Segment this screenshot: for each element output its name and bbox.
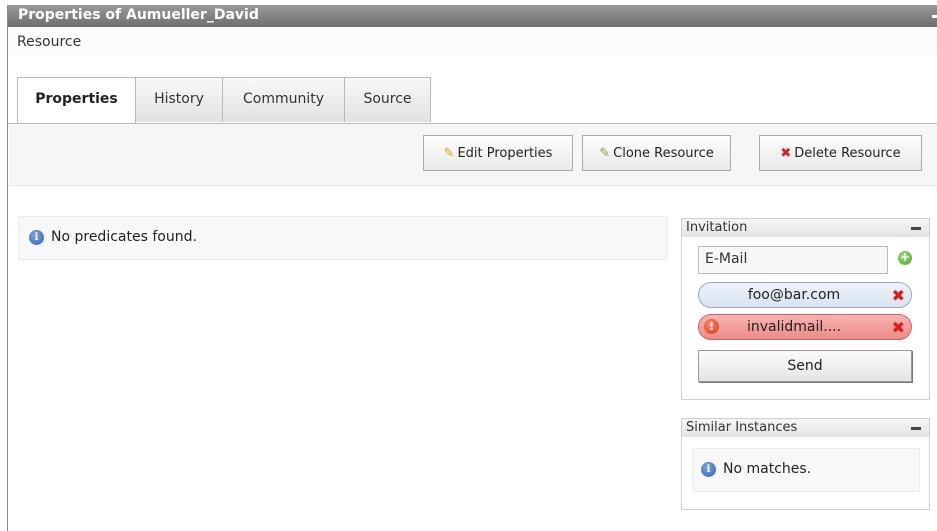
predicates-message: i No predicates found.: [18, 216, 668, 260]
info-icon: i: [29, 230, 44, 245]
add-plus-icon[interactable]: +: [898, 251, 912, 265]
tab-bar: Properties History Community Source: [8, 55, 937, 125]
similar-instances-panel: Similar Instances i No matches.: [681, 418, 930, 510]
tab-community[interactable]: Community: [222, 77, 345, 122]
remove-x-icon[interactable]: ✖: [892, 318, 905, 337]
invitation-title: Invitation: [686, 220, 748, 235]
similar-instances-title: Similar Instances: [686, 420, 798, 435]
pencil-icon: ✎: [443, 145, 455, 161]
email-chip-valid: foo@bar.com ✖: [698, 282, 912, 308]
send-button[interactable]: Send: [698, 350, 912, 382]
edit-properties-button[interactable]: ✎ Edit Properties: [423, 135, 573, 171]
breadcrumb-resource: Resource: [17, 34, 82, 50]
no-matches-message: i No matches.: [692, 448, 920, 492]
window-titlebar[interactable]: Properties of Aumueller_David: [8, 5, 937, 27]
tab-properties[interactable]: Properties: [17, 77, 136, 124]
delete-x-icon: ✖: [780, 145, 792, 161]
window-title: Properties of Aumueller_David: [18, 7, 259, 23]
tab-source[interactable]: Source: [344, 77, 431, 122]
collapse-icon[interactable]: [911, 427, 921, 430]
no-matches-text: No matches.: [723, 461, 812, 477]
delete-resource-label: Delete Resource: [794, 145, 901, 161]
clone-resource-label: Clone Resource: [613, 145, 714, 161]
edit-properties-label: Edit Properties: [457, 145, 553, 161]
info-icon: i: [701, 462, 716, 477]
invitation-header: Invitation: [682, 219, 929, 237]
similar-instances-header: Similar Instances: [682, 419, 929, 437]
email-input[interactable]: E-Mail: [698, 246, 888, 274]
email-chip-text: foo@bar.com: [747, 287, 841, 303]
email-chip-text: invalidmail....: [746, 319, 842, 335]
delete-resource-button[interactable]: ✖ Delete Resource: [759, 135, 922, 171]
email-chip-invalid: ! invalidmail.... ✖: [698, 314, 912, 340]
clone-icon: ✎: [599, 145, 611, 161]
clone-resource-button[interactable]: ✎ Clone Resource: [582, 135, 731, 171]
tab-history[interactable]: History: [135, 77, 223, 122]
invitation-panel: Invitation E-Mail + foo@bar.com ✖ ! inva…: [681, 218, 930, 400]
breadcrumb: Resource: [8, 27, 937, 56]
minimize-icon[interactable]: [932, 15, 937, 18]
properties-window: Properties of Aumueller_David Resource P…: [7, 5, 937, 531]
collapse-icon[interactable]: [911, 227, 921, 230]
predicates-message-text: No predicates found.: [51, 229, 197, 245]
action-toolbar: ✎ Edit Properties ✎ Clone Resource ✖ Del…: [9, 124, 937, 186]
remove-x-icon[interactable]: ✖: [892, 286, 905, 305]
